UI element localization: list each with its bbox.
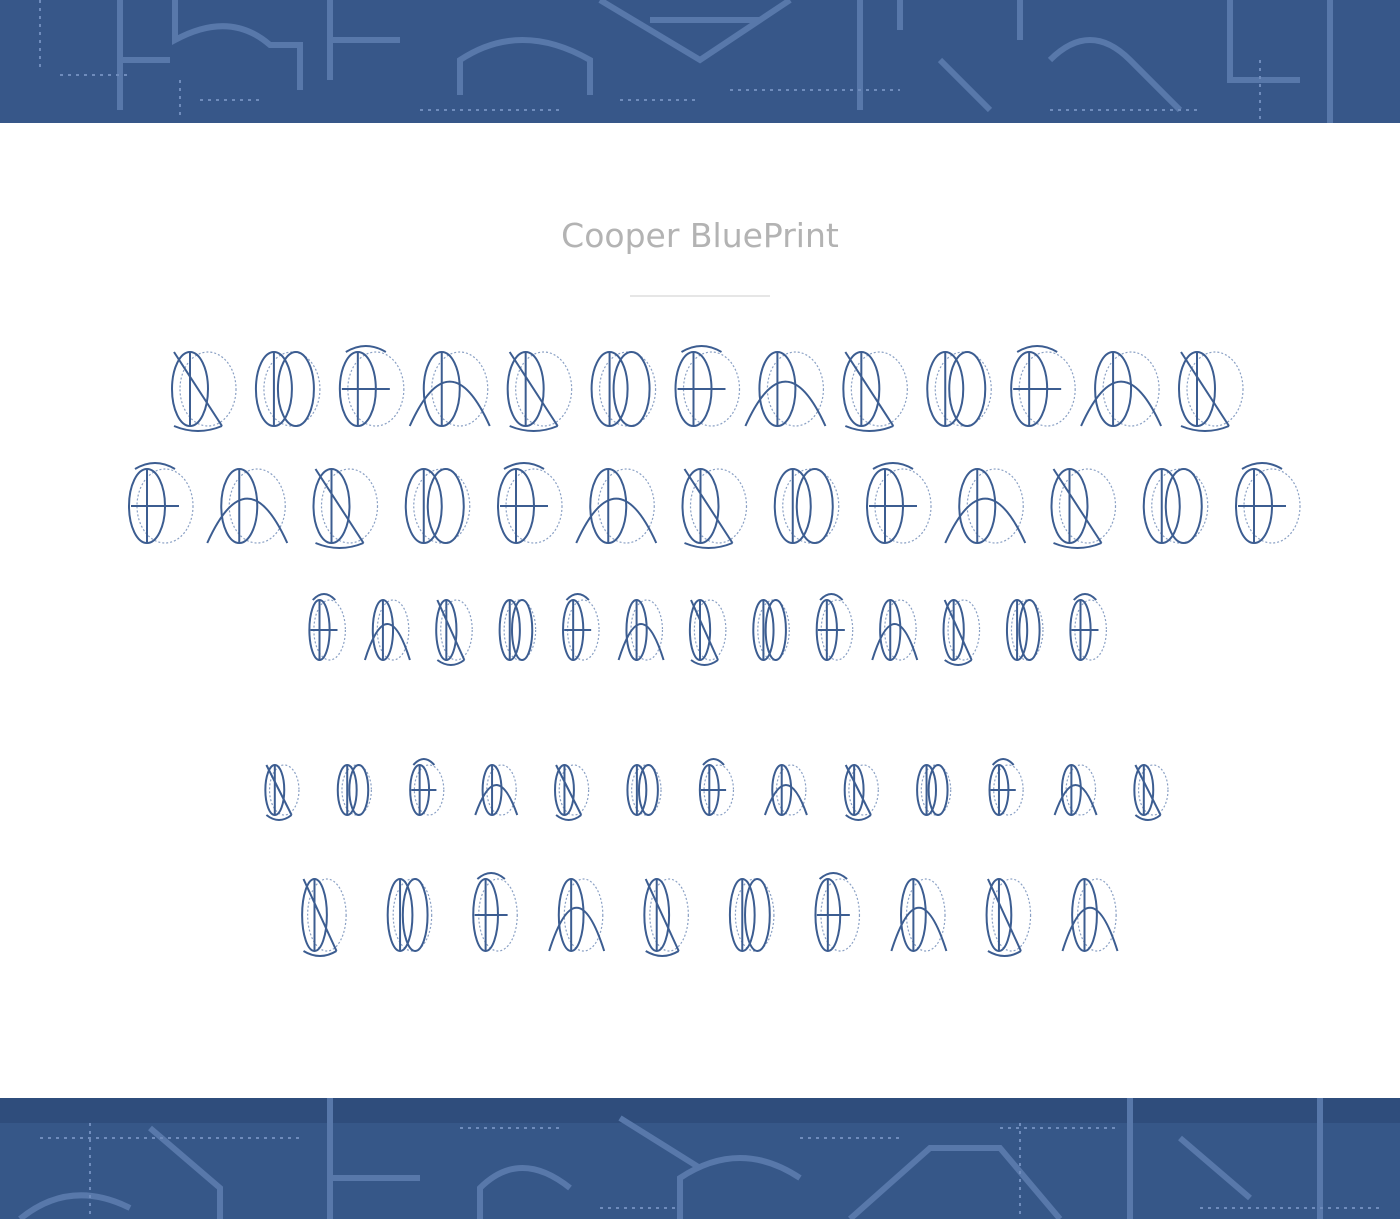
glyph-upper-r: [497, 462, 563, 544]
glyph-lower-p: [409, 758, 445, 816]
glyph-lower-r: [554, 764, 590, 821]
glyph-upper-u: [773, 468, 840, 544]
glyph-upper-k: [1010, 345, 1076, 427]
glyph-upper-g: [674, 345, 741, 427]
glyph-lower-c: [435, 599, 473, 666]
glyph-digit-4: [548, 878, 606, 952]
glyph-lower-v: [843, 764, 879, 821]
glyph-upper-y: [1142, 468, 1209, 544]
glyph-upper-o: [206, 468, 289, 544]
glyph-lower-k: [942, 599, 981, 666]
glyph-upper-d: [408, 351, 491, 427]
glyph-lower-t: [698, 758, 735, 816]
glyph-lower-z: [1133, 764, 1169, 821]
glyph-lower-a: [308, 593, 346, 661]
glyph-upper-e: [506, 351, 573, 432]
glyph-upper-c: [338, 345, 405, 427]
glyph-lower-y: [1053, 764, 1098, 816]
glyph-lower-x: [988, 758, 1024, 816]
glyph-digit-5: [643, 878, 689, 957]
glyph-digit-3: [472, 872, 518, 952]
glyph-upper-p: [312, 468, 379, 549]
glyph-digit-0: [1061, 878, 1119, 952]
glyph-lower-w: [916, 764, 952, 816]
glyph-lower-e: [562, 593, 600, 661]
glyph-lower-f: [617, 599, 665, 661]
glyph-upper-i: [842, 351, 908, 432]
glyph-upper-j: [926, 351, 992, 427]
glyph-lower-s: [626, 764, 662, 816]
glyph-upper-t: [681, 468, 748, 549]
glyph-specimen: [128, 345, 1301, 957]
glyph-lower-u: [763, 764, 808, 816]
glyph-upper-b: [254, 351, 321, 427]
glyph-upper-q: [404, 468, 471, 544]
glyph-upper-m: [1178, 351, 1244, 432]
glyph-lower-g: [688, 599, 727, 666]
glyph-upper-s: [575, 468, 658, 544]
glyph-upper-n: [128, 462, 194, 544]
glyph-digit-7: [814, 872, 861, 952]
glyph-lower-b: [363, 599, 411, 661]
glyph-lower-l: [1005, 599, 1044, 661]
glyph-lower-d: [498, 599, 537, 661]
glyph-upper-a: [171, 351, 237, 432]
glyph-lower-q: [474, 764, 519, 816]
glyph-upper-w: [944, 468, 1027, 544]
glyph-upper-z: [1235, 462, 1301, 544]
glyph-lower-n: [264, 764, 300, 821]
glyph-lower-j: [871, 599, 919, 661]
glyph-upper-h: [744, 351, 827, 427]
glyph-lower-m: [1069, 593, 1107, 661]
glyph-lower-h: [752, 599, 790, 661]
glyph-digit-9: [985, 878, 1032, 957]
glyph-digit-2: [386, 878, 433, 952]
glyph-upper-f: [590, 351, 657, 427]
glyph-upper-x: [1050, 468, 1117, 549]
glyph-upper-l: [1080, 351, 1162, 427]
glyph-lower-i: [815, 593, 854, 661]
glyph-digit-8: [890, 878, 948, 952]
glyph-digit-6: [728, 878, 775, 952]
glyph-lower-o: [336, 764, 372, 816]
glyph-digit-1: [301, 878, 347, 957]
glyph-upper-v: [866, 462, 932, 544]
